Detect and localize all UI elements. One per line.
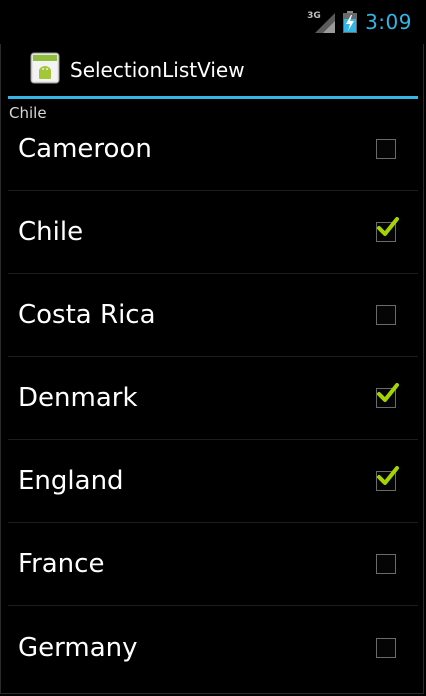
list-item[interactable]: Germany <box>8 606 418 689</box>
list-item[interactable]: France <box>8 523 418 606</box>
list-item[interactable]: England <box>8 440 418 523</box>
item-checkbox[interactable] <box>376 305 396 325</box>
item-checkbox[interactable] <box>376 637 396 658</box>
list-item[interactable]: Chile <box>8 191 418 274</box>
list-item-label: Chile <box>18 217 84 247</box>
action-bar: SelectionListView <box>8 44 418 96</box>
page-title: SelectionListView <box>70 58 245 82</box>
status-clock: 3:09 <box>365 10 412 34</box>
list-item-label: France <box>18 549 105 579</box>
android-app-icon[interactable] <box>30 52 60 84</box>
network-signal-icon: 3G <box>307 11 336 33</box>
checkmark-icon <box>377 466 399 485</box>
item-checkbox[interactable] <box>376 139 396 159</box>
item-checkbox[interactable] <box>376 217 399 242</box>
list-item-label: Denmark <box>18 383 138 413</box>
country-list: Cameroon Chile Costa Rica Denmark Englan… <box>8 108 418 689</box>
list-item[interactable]: Costa Rica <box>8 274 418 357</box>
item-checkbox[interactable] <box>376 383 399 408</box>
list-item-label: Germany <box>18 632 138 663</box>
item-checkbox[interactable] <box>376 466 399 491</box>
status-bar: 3G 3:09 <box>0 0 426 44</box>
action-bar-divider <box>8 96 418 99</box>
list-item-label: Costa Rica <box>18 300 156 330</box>
checkmark-icon <box>377 383 399 402</box>
battery-charging-icon <box>343 11 358 33</box>
list-item-label: England <box>18 466 124 496</box>
list-item[interactable]: Cameroon <box>8 108 418 191</box>
item-checkbox[interactable] <box>376 554 396 574</box>
list-item[interactable]: Denmark <box>8 357 418 440</box>
list-item-label: Cameroon <box>18 134 152 164</box>
checkmark-icon <box>377 217 399 236</box>
status-icons: 3G 3:09 <box>307 8 412 36</box>
